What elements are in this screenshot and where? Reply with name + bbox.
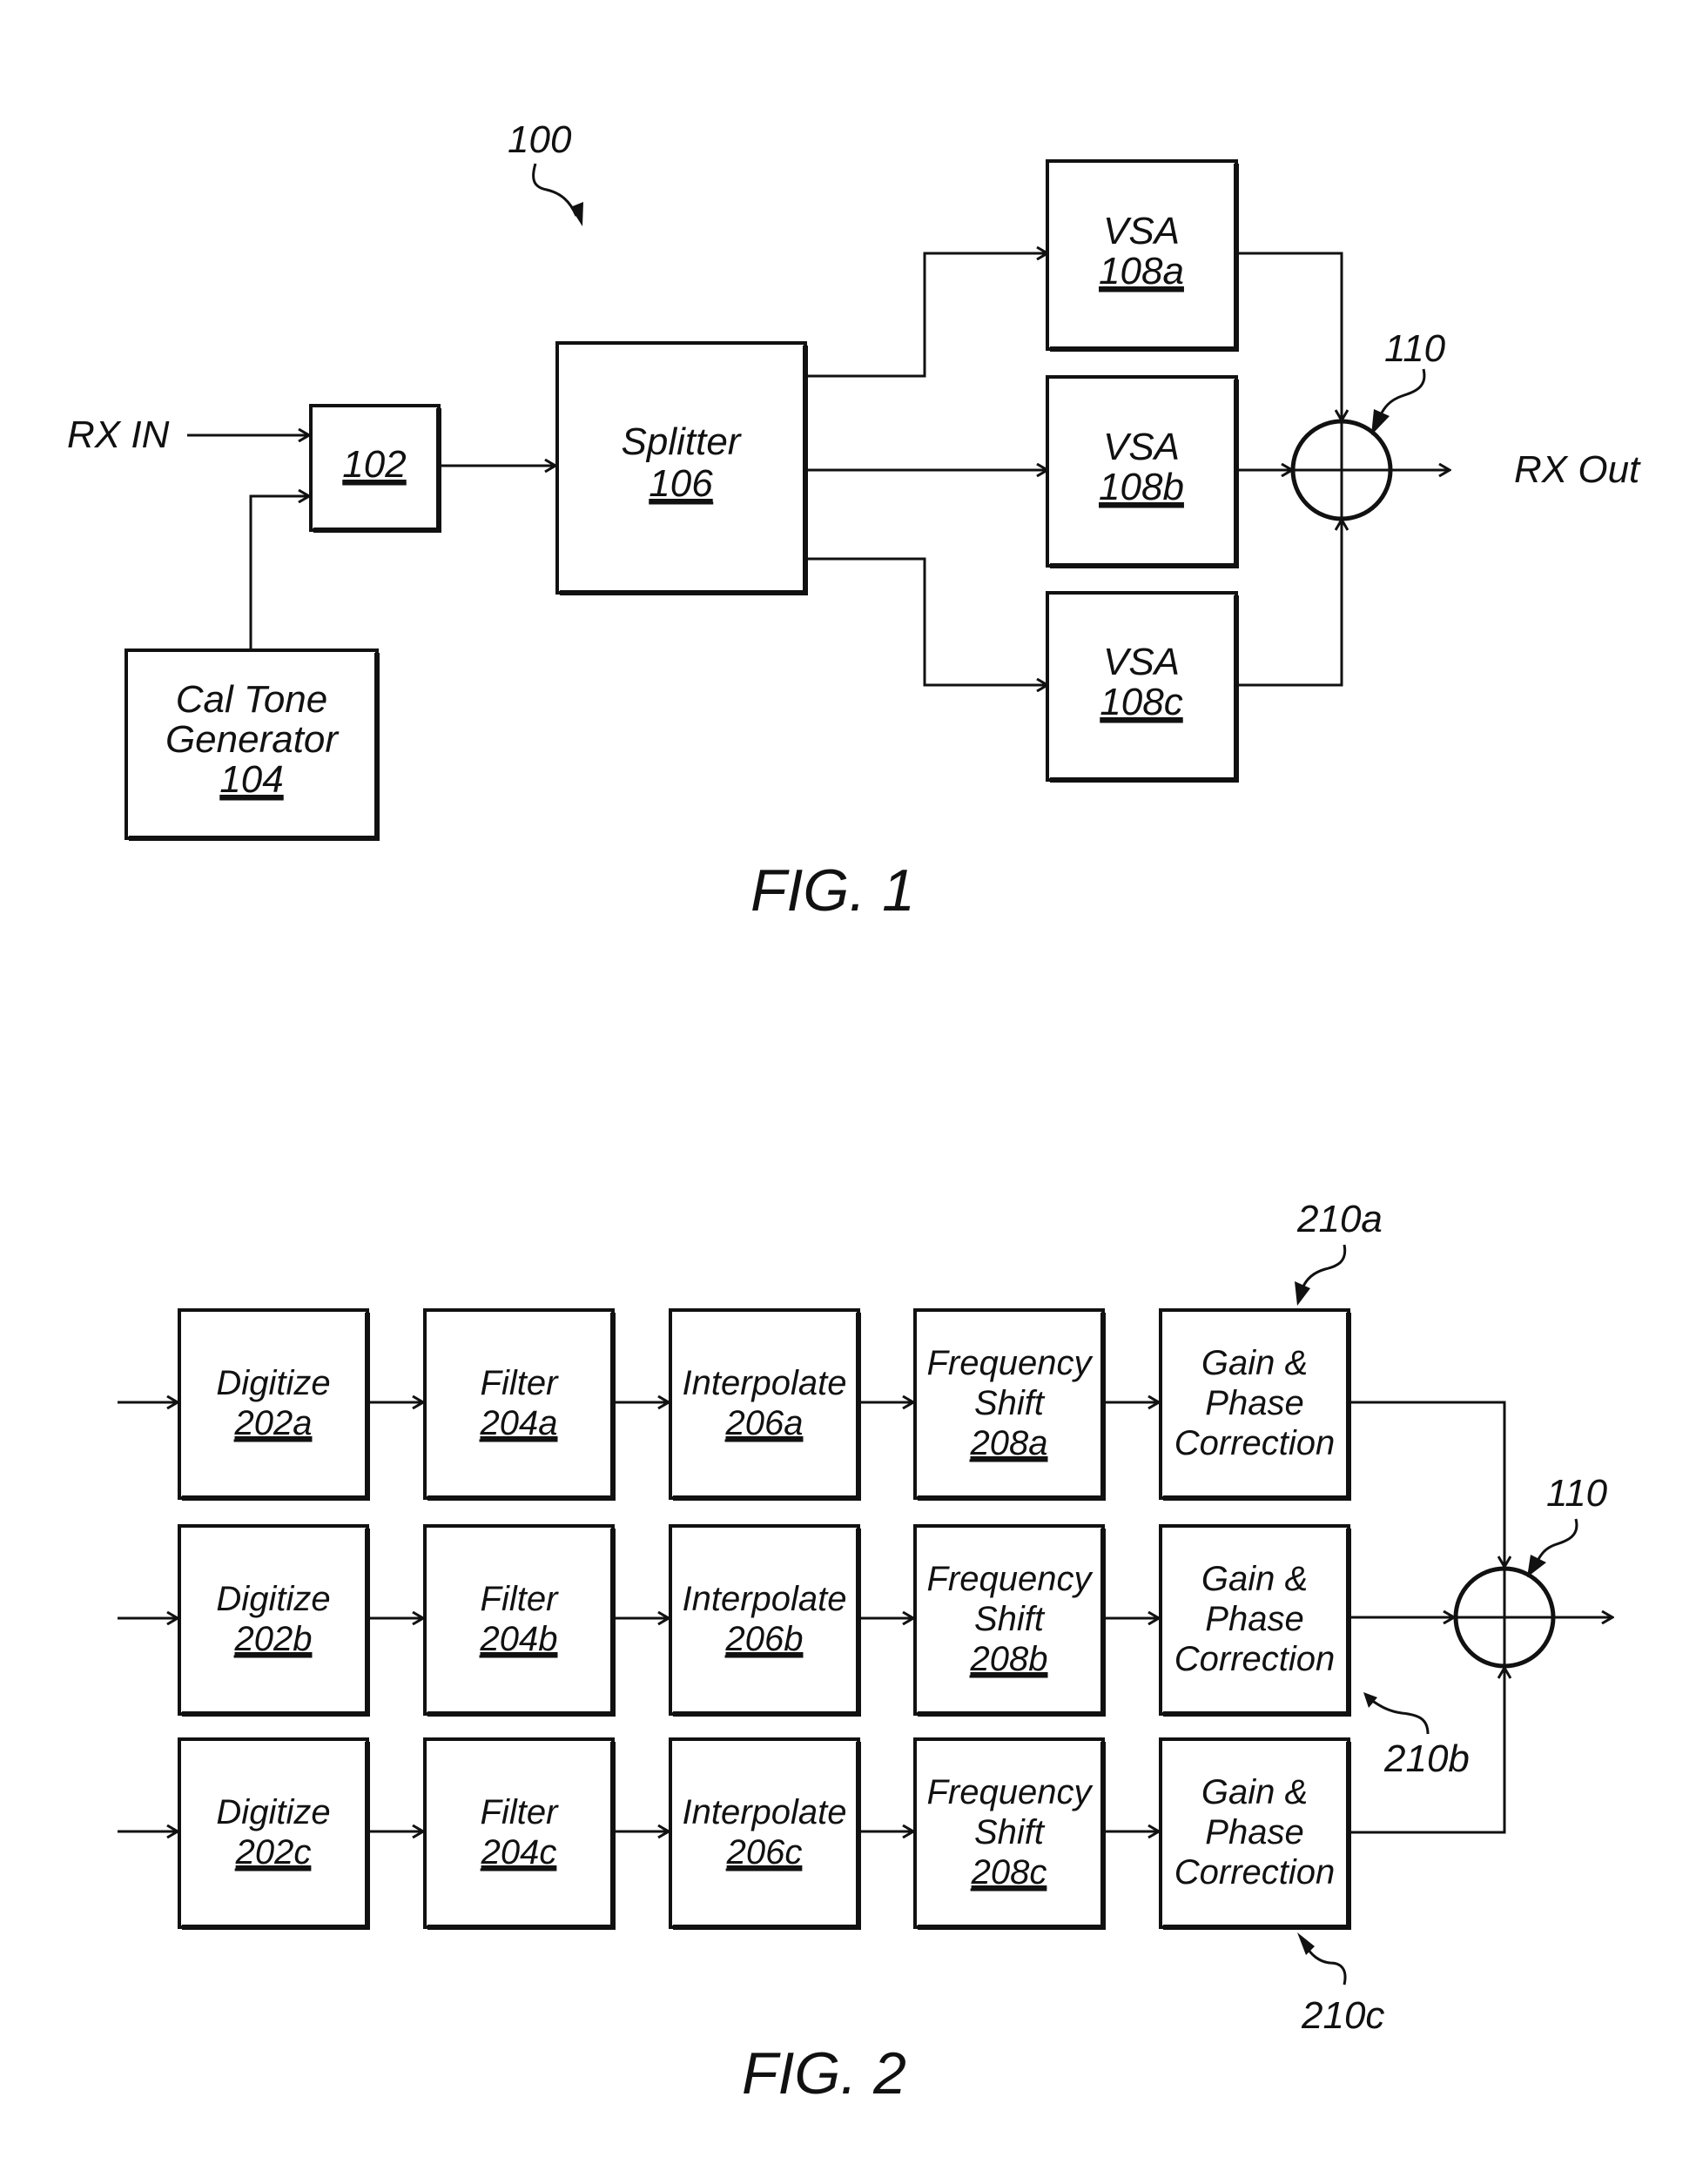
digitize-b-title-line-1: Digitize bbox=[216, 1580, 330, 1618]
wire-210a-to-combiner bbox=[1349, 1401, 1504, 1567]
gain-phase-correction-c-title-line-1: Gain & bbox=[1201, 1773, 1308, 1811]
filter-b-ref: 204b bbox=[480, 1620, 558, 1658]
wire-108c-to-combiner bbox=[1236, 520, 1342, 687]
gain-phase-correction-c-title-line-3: Correction bbox=[1174, 1853, 1336, 1892]
digitize-a-title-line-1: Digitize bbox=[216, 1364, 330, 1402]
block-104-title-line-1: Cal Tone bbox=[176, 678, 328, 721]
fig2-caption: FIG. 2 bbox=[742, 2040, 906, 2107]
interpolate-a-title-line-1: Interpolate bbox=[682, 1364, 846, 1402]
fig2-combiner-ref: 110 bbox=[1546, 1472, 1608, 1515]
block-digitize-b[interactable]: Digitize202b bbox=[178, 1524, 370, 1717]
rx-in-label: RX IN bbox=[67, 413, 170, 456]
block-frequency-shift-c[interactable]: FrequencyShift208c bbox=[913, 1737, 1106, 1930]
interpolate-c-title-line-1: Interpolate bbox=[682, 1793, 846, 1831]
frequency-shift-c-title-line-2: Shift bbox=[974, 1813, 1046, 1851]
gain-phase-correction-a-title-line-3: Correction bbox=[1174, 1424, 1336, 1462]
wire-splitter-to-108c bbox=[805, 557, 1047, 685]
fig1-combiner-ref: 110 bbox=[1384, 327, 1446, 370]
filter-c-ref: 204c bbox=[481, 1833, 557, 1872]
vsa-108b-ref: 108b bbox=[1099, 466, 1184, 508]
rx-out-label: RX Out bbox=[1514, 448, 1641, 491]
vsa-108c-title: VSA bbox=[1103, 641, 1180, 683]
interpolate-a-ref: 206a bbox=[725, 1404, 804, 1442]
block-102-ref: 102 bbox=[342, 443, 406, 486]
gain-phase-correction-a-title-line-2: Phase bbox=[1205, 1384, 1303, 1422]
ref-210a: 210a bbox=[1296, 1198, 1383, 1240]
block-frequency-shift-a[interactable]: FrequencyShift208a bbox=[913, 1308, 1106, 1501]
filter-a-ref: 204a bbox=[480, 1404, 558, 1442]
block-104-title-line-2: Generator bbox=[165, 718, 340, 761]
ref-210a-leader-icon bbox=[1295, 1244, 1347, 1306]
digitize-a-ref: 202a bbox=[234, 1404, 313, 1442]
block-gain-phase-correction-a[interactable]: Gain &PhaseCorrection bbox=[1159, 1308, 1351, 1501]
frequency-shift-a-title-line-2: Shift bbox=[974, 1384, 1046, 1422]
block-filter-c[interactable]: Filter204c bbox=[423, 1737, 616, 1930]
block-interpolate-b[interactable]: Interpolate206b bbox=[669, 1524, 861, 1717]
splitter-ref: 106 bbox=[649, 462, 713, 505]
frequency-shift-a-title-line-1: Frequency bbox=[927, 1344, 1094, 1382]
fig2-combiner-leader-icon bbox=[1527, 1518, 1578, 1577]
block-106-splitter[interactable]: Splitter 106 bbox=[555, 341, 808, 595]
block-gain-phase-correction-b[interactable]: Gain &PhaseCorrection bbox=[1159, 1524, 1351, 1717]
frequency-shift-b-ref: 208b bbox=[970, 1640, 1048, 1678]
block-108a-vsa[interactable]: VSA 108a bbox=[1046, 159, 1239, 352]
block-interpolate-c[interactable]: Interpolate206c bbox=[669, 1737, 861, 1930]
fig1-combiner-leader-icon bbox=[1371, 368, 1426, 435]
frequency-shift-c-ref: 208c bbox=[971, 1853, 1047, 1892]
digitize-c-title-line-1: Digitize bbox=[216, 1793, 330, 1831]
frequency-shift-b-title-line-2: Shift bbox=[974, 1600, 1046, 1638]
frequency-shift-c-title-line-1: Frequency bbox=[927, 1773, 1094, 1811]
filter-a-title-line-1: Filter bbox=[481, 1364, 560, 1402]
figure-1: 100 RX IN 102 Cal Tone Generator 104 Spl… bbox=[67, 118, 1641, 924]
block-104-ref: 104 bbox=[219, 758, 283, 801]
wire-splitter-to-108a bbox=[805, 253, 1047, 378]
ref-210c-leader-icon bbox=[1297, 1932, 1347, 1986]
frequency-shift-b-title-line-1: Frequency bbox=[927, 1560, 1094, 1598]
vsa-108b-title: VSA bbox=[1103, 426, 1180, 468]
vsa-108a-title: VSA bbox=[1103, 210, 1180, 252]
ref-210b: 210b bbox=[1383, 1737, 1470, 1780]
fig1-ref-label: 100 bbox=[508, 118, 572, 161]
ref-210b-leader-icon bbox=[1363, 1692, 1430, 1735]
fig1-caption: FIG. 1 bbox=[750, 857, 915, 924]
block-digitize-a[interactable]: Digitize202a bbox=[178, 1308, 370, 1501]
block-filter-a[interactable]: Filter204a bbox=[423, 1308, 616, 1501]
filter-c-title-line-1: Filter bbox=[481, 1793, 560, 1831]
block-gain-phase-correction-c[interactable]: Gain &PhaseCorrection bbox=[1159, 1737, 1351, 1930]
digitize-c-ref: 202c bbox=[235, 1833, 312, 1872]
block-104-cal-tone-generator[interactable]: Cal Tone Generator 104 bbox=[125, 648, 380, 841]
frequency-shift-a-ref: 208a bbox=[970, 1424, 1048, 1462]
figure-2: Digitize202aFilter204aInterpolate206aFre… bbox=[118, 1308, 1351, 1930]
fig1-combiner-110-summer-icon[interactable] bbox=[1290, 419, 1393, 521]
gain-phase-correction-b-title-line-1: Gain & bbox=[1201, 1560, 1308, 1598]
block-108b-vsa[interactable]: VSA 108b bbox=[1046, 375, 1239, 568]
fig1-leader-arrow-icon bbox=[532, 163, 583, 226]
block-108c-vsa[interactable]: VSA 108c bbox=[1046, 591, 1239, 783]
cal-tone-wire bbox=[249, 496, 309, 650]
interpolate-b-ref: 206b bbox=[725, 1620, 804, 1658]
interpolate-c-ref: 206c bbox=[726, 1833, 803, 1872]
wire-108a-to-combiner bbox=[1236, 252, 1342, 420]
interpolate-b-title-line-1: Interpolate bbox=[682, 1580, 846, 1618]
patent-figure-sheet: 100 RX IN 102 Cal Tone Generator 104 Spl… bbox=[67, 118, 1641, 2107]
block-102[interactable]: 102 bbox=[309, 404, 441, 533]
vsa-108c-ref: 108c bbox=[1100, 681, 1182, 723]
gain-phase-correction-c-title-line-2: Phase bbox=[1205, 1813, 1303, 1851]
gain-phase-correction-b-title-line-3: Correction bbox=[1174, 1640, 1336, 1678]
gain-phase-correction-a-title-line-1: Gain & bbox=[1201, 1344, 1308, 1382]
gain-phase-correction-b-title-line-2: Phase bbox=[1205, 1600, 1303, 1638]
ref-210c: 210c bbox=[1301, 1994, 1384, 2037]
fig2-combiner-110-summer-icon[interactable] bbox=[1453, 1566, 1556, 1669]
block-digitize-c[interactable]: Digitize202c bbox=[178, 1737, 370, 1930]
digitize-b-ref: 202b bbox=[234, 1620, 313, 1658]
filter-b-title-line-1: Filter bbox=[481, 1580, 560, 1618]
block-frequency-shift-b[interactable]: FrequencyShift208b bbox=[913, 1524, 1106, 1717]
vsa-108a-ref: 108a bbox=[1099, 250, 1184, 292]
block-interpolate-a[interactable]: Interpolate206a bbox=[669, 1308, 861, 1501]
splitter-title: Splitter bbox=[622, 420, 743, 463]
block-filter-b[interactable]: Filter204b bbox=[423, 1524, 616, 1717]
